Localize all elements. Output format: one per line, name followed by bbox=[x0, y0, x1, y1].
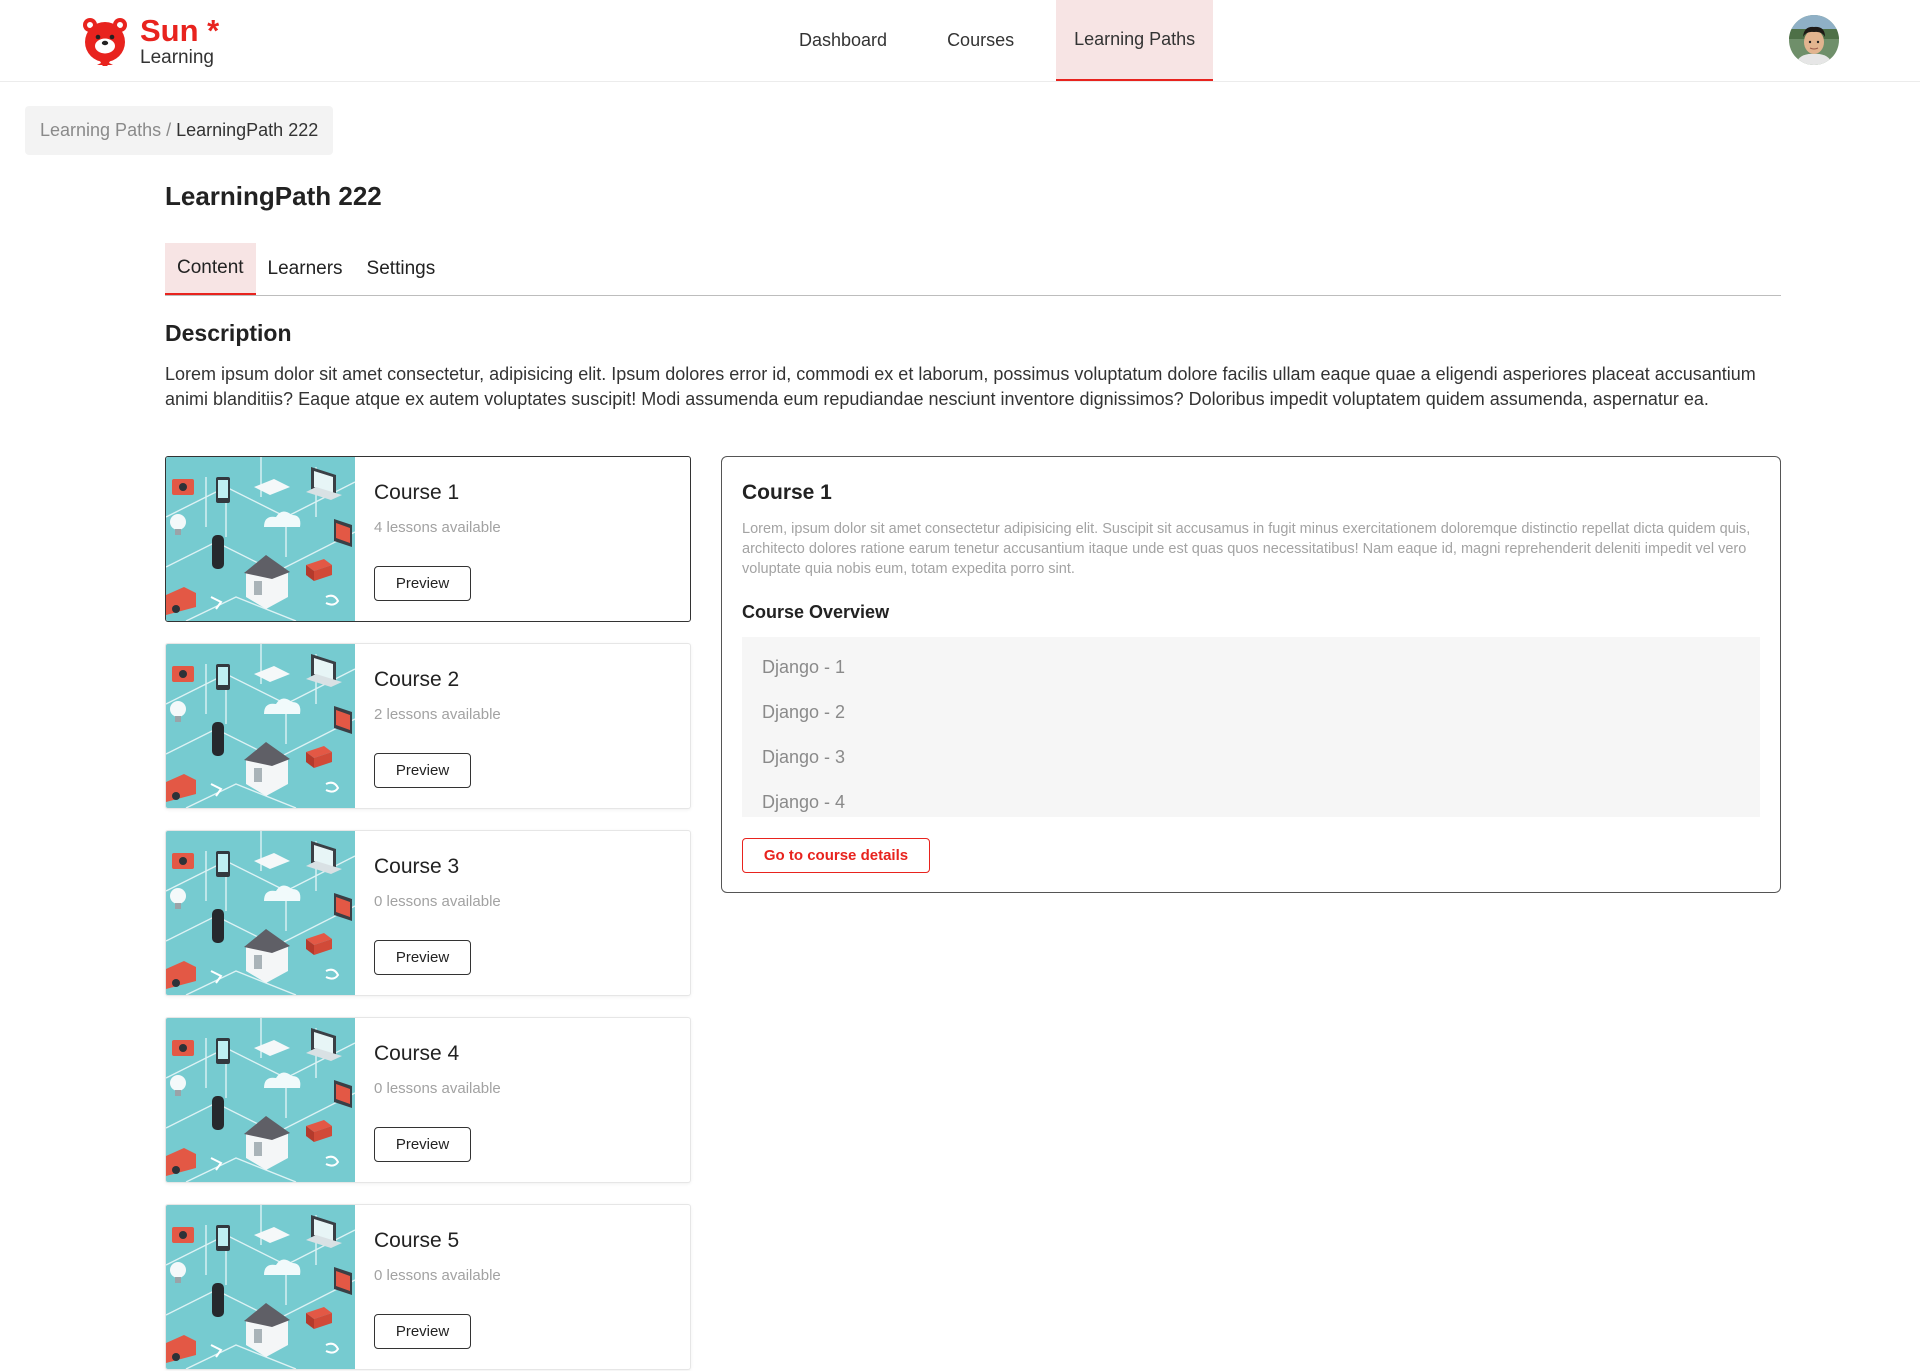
detail-course-description: Lorem, ipsum dolor sit amet consectetur … bbox=[742, 521, 1751, 577]
preview-button[interactable]: Preview bbox=[374, 1314, 471, 1349]
course-card-body: Course 3 0 lessons available Preview bbox=[355, 831, 690, 995]
course-card-body: Course 5 0 lessons available Preview bbox=[355, 1205, 690, 1369]
avatar-photo-icon bbox=[1789, 15, 1839, 65]
tab-content[interactable]: Content bbox=[165, 243, 256, 295]
course-title: Course 4 bbox=[374, 1042, 460, 1065]
app-header: Sun * Learning Dashboard Courses Learnin… bbox=[0, 0, 1920, 82]
course-card-list: Course 1 4 lessons available Preview Cou… bbox=[165, 456, 691, 1371]
preview-button[interactable]: Preview bbox=[374, 753, 471, 788]
bear-logo-icon bbox=[83, 18, 127, 66]
iot-illustration-icon bbox=[166, 831, 355, 995]
course-card-body: Course 2 2 lessons available Preview bbox=[355, 644, 690, 808]
course-card-5[interactable]: Course 5 0 lessons available Preview bbox=[165, 1204, 691, 1370]
tab-learners[interactable]: Learners bbox=[256, 243, 355, 295]
brand-text: Sun * Learning bbox=[140, 15, 219, 67]
main-nav: Dashboard Courses Learning Paths bbox=[781, 0, 1214, 81]
preview-button[interactable]: Preview bbox=[374, 940, 471, 975]
lesson-item[interactable]: Django - 3 bbox=[762, 735, 1760, 780]
course-title: Course 3 bbox=[374, 855, 460, 878]
course-lesson-count: 2 lessons available bbox=[374, 706, 501, 723]
breadcrumb-current: LearningPath 222 bbox=[176, 120, 319, 140]
course-title: Course 5 bbox=[374, 1229, 460, 1252]
brand-name: Sun * bbox=[140, 13, 220, 48]
breadcrumb-learning-paths[interactable]: Learning Paths bbox=[40, 120, 161, 141]
course-lesson-count: 0 lessons available bbox=[374, 1267, 501, 1284]
course-card-body: Course 1 4 lessons available Preview bbox=[355, 457, 690, 621]
course-lesson-count: 0 lessons available bbox=[374, 893, 501, 910]
course-lesson-count: 4 lessons available bbox=[374, 519, 501, 536]
brand-sub: Learning bbox=[140, 47, 214, 68]
lesson-item[interactable]: Django - 1 bbox=[762, 645, 1760, 690]
detail-course-title: Course 1 bbox=[742, 481, 832, 504]
user-avatar[interactable] bbox=[1789, 15, 1839, 65]
course-detail-panel: Course 1 Lorem, ipsum dolor sit amet con… bbox=[721, 456, 1781, 893]
tab-bar: Content Learners Settings bbox=[165, 243, 1781, 296]
course-title: Course 2 bbox=[374, 668, 460, 691]
course-card-2[interactable]: Course 2 2 lessons available Preview bbox=[165, 643, 691, 809]
preview-button[interactable]: Preview bbox=[374, 1127, 471, 1162]
lesson-item[interactable]: Django - 2 bbox=[762, 690, 1760, 735]
iot-illustration-icon bbox=[166, 457, 355, 621]
tab-settings[interactable]: Settings bbox=[355, 243, 448, 295]
course-thumbnail bbox=[166, 831, 355, 995]
course-lesson-count: 0 lessons available bbox=[374, 1080, 501, 1097]
page-title: LearningPath 222 bbox=[165, 181, 382, 211]
course-card-3[interactable]: Course 3 0 lessons available Preview bbox=[165, 830, 691, 996]
preview-button[interactable]: Preview bbox=[374, 566, 471, 601]
iot-illustration-icon bbox=[166, 1018, 355, 1182]
course-overview-heading: Course Overview bbox=[742, 602, 890, 622]
course-title: Course 1 bbox=[374, 481, 460, 504]
course-card-1[interactable]: Course 1 4 lessons available Preview bbox=[165, 456, 691, 622]
course-card-4[interactable]: Course 4 0 lessons available Preview bbox=[165, 1017, 691, 1183]
breadcrumb-separator: / bbox=[166, 120, 172, 140]
course-thumbnail bbox=[166, 644, 355, 808]
course-thumbnail bbox=[166, 1205, 355, 1369]
iot-illustration-icon bbox=[166, 644, 355, 808]
course-thumbnail bbox=[166, 457, 355, 621]
course-thumbnail bbox=[166, 1018, 355, 1182]
brand-logo[interactable]: Sun * Learning bbox=[80, 14, 219, 68]
course-card-body: Course 4 0 lessons available Preview bbox=[355, 1018, 690, 1182]
description-text: Lorem ipsum dolor sit amet consectetur, … bbox=[165, 364, 1756, 409]
iot-illustration-icon bbox=[166, 1205, 355, 1369]
nav-courses[interactable]: Courses bbox=[929, 0, 1032, 81]
nav-dashboard[interactable]: Dashboard bbox=[781, 0, 905, 81]
go-to-course-details-button[interactable]: Go to course details bbox=[742, 838, 930, 873]
lesson-list: Django - 1 Django - 2 Django - 3 Django … bbox=[742, 637, 1760, 817]
description-heading: Description bbox=[165, 320, 292, 346]
nav-learning-paths[interactable]: Learning Paths bbox=[1056, 0, 1214, 81]
breadcrumb: Learning Paths / LearningPath 222 bbox=[25, 106, 334, 155]
lesson-item[interactable]: Django - 4 bbox=[762, 780, 1760, 825]
